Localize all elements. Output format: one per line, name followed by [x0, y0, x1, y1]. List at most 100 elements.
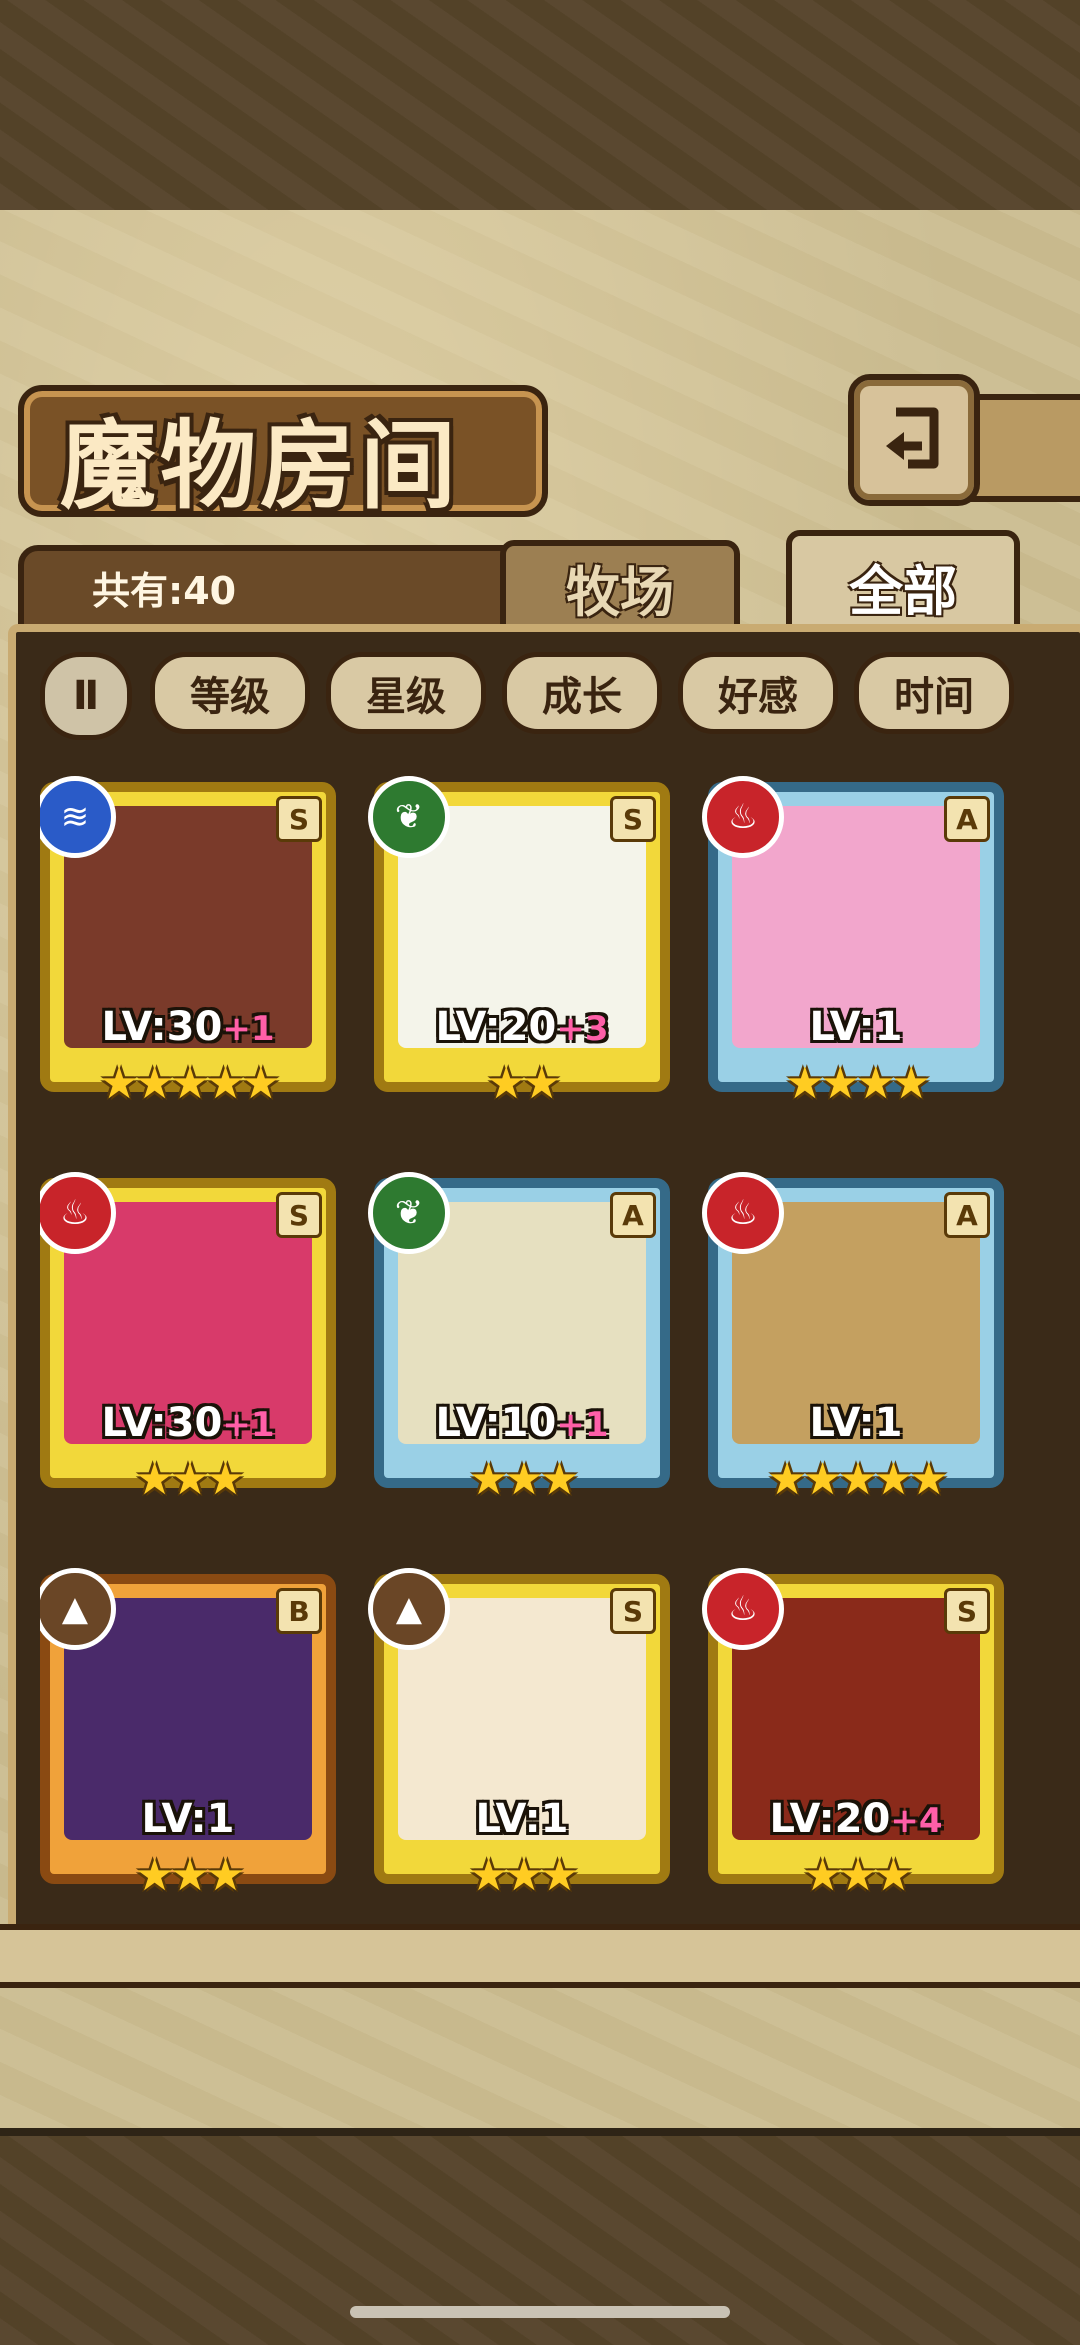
sort-by-stars-button[interactable]: 星级 — [326, 652, 486, 734]
sort-by-level-button[interactable]: 等级 — [150, 652, 310, 734]
level-value: LV:1 — [809, 1400, 903, 1446]
level-label: LV:1 — [40, 1796, 336, 1842]
star-icon: ★ — [802, 1850, 843, 1901]
star-icon: ★ — [468, 1850, 509, 1901]
monster-card[interactable]: ♨ A LV:1 ★★★★★ — [702, 1172, 1004, 1518]
star-rating: ★★★ — [374, 1454, 670, 1505]
level-label: LV:10+1 — [374, 1400, 670, 1446]
earth-icon: ▲ — [368, 1568, 450, 1650]
star-icon: ★ — [504, 1454, 544, 1505]
star-icon: ★ — [767, 1454, 807, 1505]
star-icon: ★ — [785, 1058, 825, 1109]
back-button[interactable] — [848, 374, 980, 506]
star-rating: ★★★ — [374, 1850, 670, 1901]
rank-badge: S — [610, 796, 656, 842]
level-value: LV:30 — [101, 1400, 223, 1446]
star-icon: ★ — [838, 1850, 878, 1901]
star-rating: ★★★ — [40, 1454, 336, 1505]
level-value: LV:20 — [769, 1796, 891, 1842]
star-rating: ★★ — [374, 1058, 670, 1109]
sort-by-time-button[interactable]: 时间 — [854, 652, 1014, 734]
monster-card[interactable]: ♨ S LV:30+1 ★★★ — [40, 1172, 336, 1518]
star-icon: ★ — [205, 1454, 246, 1505]
level-label: LV:20+3 — [374, 1004, 670, 1050]
star-icon: ★ — [539, 1850, 580, 1901]
rank-badge: A — [944, 796, 990, 842]
level-bonus: +1 — [556, 1405, 609, 1445]
monster-card[interactable]: ≋ S LV:30+1 ★★★★★ — [40, 776, 336, 1122]
star-icon: ★ — [856, 1058, 896, 1109]
fire-icon: ♨ — [702, 776, 784, 858]
monster-card[interactable]: ▲ S LV:1 ★★★ — [368, 1568, 670, 1914]
star-icon: ★ — [820, 1058, 861, 1109]
sort-by-affinity-button[interactable]: 好感 — [678, 652, 838, 734]
sort-order-toggle[interactable]: Ⅱ — [40, 652, 132, 740]
level-value: LV:1 — [809, 1004, 903, 1050]
star-icon: ★ — [802, 1454, 843, 1505]
page-title: 魔物房间 — [60, 410, 460, 522]
star-icon: ★ — [522, 1058, 562, 1109]
star-icon: ★ — [909, 1454, 949, 1505]
star-icon: ★ — [134, 1850, 175, 1901]
star-icon: ★ — [838, 1454, 878, 1505]
monster-card[interactable]: ❦ A LV:10+1 ★★★ — [368, 1172, 670, 1518]
level-value: LV:10 — [435, 1400, 557, 1446]
fire-icon: ♨ — [702, 1172, 784, 1254]
rank-badge: S — [276, 1192, 322, 1238]
monster-grid: ≋ S LV:30+1 ★★★★★ ❦ S LV:20+3 ★★ ♨ A LV:1 ★★★★ ♨ S LV:… — [40, 740, 1040, 1920]
star-icon: ★ — [205, 1850, 246, 1901]
level-value: LV:30 — [101, 1004, 223, 1050]
star-rating: ★★★ — [708, 1850, 1004, 1901]
rank-badge: S — [944, 1588, 990, 1634]
star-icon: ★ — [241, 1058, 281, 1109]
star-icon: ★ — [170, 1850, 210, 1901]
star-icon: ★ — [170, 1454, 210, 1505]
level-label: LV:1 — [374, 1796, 670, 1842]
star-rating: ★★★★★ — [40, 1058, 336, 1109]
fire-icon: ♨ — [702, 1568, 784, 1650]
tab-ranch[interactable]: 牧场 — [500, 540, 740, 634]
panel-bottom-rail — [0, 1924, 1080, 1988]
star-icon: ★ — [134, 1058, 175, 1109]
level-value: LV:1 — [475, 1796, 569, 1842]
level-bonus: +3 — [556, 1009, 609, 1049]
rank-badge: B — [276, 1588, 322, 1634]
star-icon: ★ — [134, 1454, 175, 1505]
star-icon: ★ — [873, 1850, 914, 1901]
level-bonus: +1 — [222, 1405, 275, 1445]
monster-card[interactable]: ❦ S LV:20+3 ★★ — [368, 776, 670, 1122]
level-label: LV:1 — [708, 1400, 1004, 1446]
monster-card[interactable]: ♨ S LV:20+4 ★★★ — [702, 1568, 1004, 1914]
level-label: LV:30+1 — [40, 1004, 336, 1050]
star-rating: ★★★ — [40, 1850, 336, 1901]
star-icon: ★ — [873, 1454, 914, 1505]
sort-by-growth-button[interactable]: 成长 — [502, 652, 662, 734]
star-rating: ★★★★★ — [708, 1454, 1004, 1505]
star-icon: ★ — [170, 1058, 210, 1109]
star-icon: ★ — [891, 1058, 931, 1109]
back-rail — [968, 394, 1080, 502]
star-icon: ★ — [539, 1454, 580, 1505]
level-label: LV:30+1 — [40, 1400, 336, 1446]
rank-badge: A — [610, 1192, 656, 1238]
star-icon: ★ — [504, 1850, 544, 1901]
rank-badge: S — [610, 1588, 656, 1634]
monster-card[interactable]: ♨ A LV:1 ★★★★ — [702, 776, 1004, 1122]
monster-card[interactable]: ▲ B LV:1 ★★★ — [40, 1568, 336, 1914]
map-background-top — [0, 0, 1080, 218]
monster-count: 共有:40 — [92, 569, 237, 613]
leaf-icon: ❦ — [368, 776, 450, 858]
level-value: LV:20 — [435, 1004, 557, 1050]
level-label: LV:20+4 — [708, 1796, 1004, 1842]
leaf-icon: ❦ — [368, 1172, 450, 1254]
level-bonus: +4 — [890, 1801, 943, 1841]
level-label: LV:1 — [708, 1004, 1004, 1050]
star-rating: ★★★★ — [708, 1058, 1004, 1109]
rank-badge: S — [276, 796, 322, 842]
star-icon: ★ — [99, 1058, 139, 1109]
back-arrow-icon — [886, 407, 939, 469]
home-indicator[interactable] — [350, 2306, 730, 2318]
star-icon: ★ — [205, 1058, 246, 1109]
star-icon: ★ — [468, 1454, 509, 1505]
star-icon: ★ — [486, 1058, 527, 1109]
